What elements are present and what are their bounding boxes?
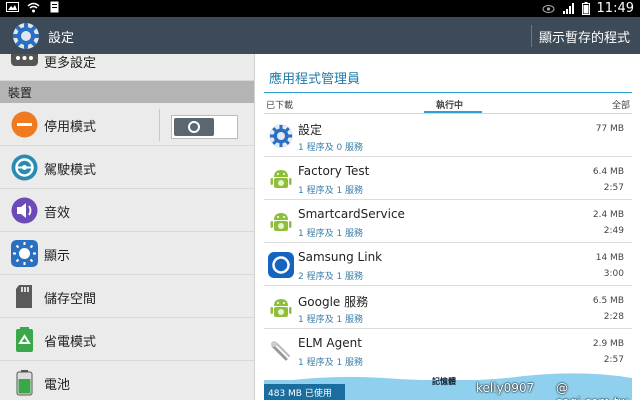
app-memory: 6.4 MB: [592, 167, 624, 177]
app-name: Google 服務: [298, 295, 369, 309]
settings-item-label: 電池: [44, 378, 71, 393]
app-process-info: 2 程序及 1 服務: [298, 272, 364, 282]
toggle-divider: [159, 109, 160, 141]
app-row-google-services[interactable]: Google 服務 1 程序及 1 服務 6.5 MB 2:28: [264, 286, 632, 329]
battery-status-icon: [581, 2, 590, 15]
app-name: Samsung Link: [298, 250, 383, 264]
settings-item-label: 音效: [44, 206, 71, 221]
app-process-info: 1 程序及 0 服務: [298, 143, 364, 153]
settings-item-storage[interactable]: 儲存空間: [0, 275, 254, 318]
toggle-knob: [174, 118, 214, 136]
power-saving-minus-icon: [11, 111, 38, 138]
memory-title: 記憶體: [432, 377, 456, 386]
app-row-elm-agent[interactable]: ELM Agent 1 程序及 1 服務 2.9 MB 2:57: [264, 329, 632, 372]
signal-icon: [562, 2, 574, 14]
blocking-mode-toggle[interactable]: [171, 115, 238, 139]
app-memory: 2.4 MB: [592, 210, 624, 220]
memory-used-label: 483 MB 已使用: [268, 389, 332, 399]
more-settings-icon: [11, 54, 38, 66]
battery-icon: [16, 370, 33, 396]
section-header-label: 裝置: [8, 86, 33, 100]
samsung-link-icon: [268, 252, 294, 278]
app-run-time: 2:28: [603, 312, 624, 322]
android-icon: [270, 170, 292, 188]
page-title: 設定: [48, 31, 75, 46]
app-run-time: 3:00: [603, 269, 624, 279]
status-bar: 11:49: [0, 0, 640, 17]
app-name: ELM Agent: [298, 336, 362, 350]
tab-running[interactable]: 執行中: [436, 98, 463, 111]
gallery-notification-icon: [6, 2, 19, 12]
settings-item-battery[interactable]: 電池: [0, 361, 254, 400]
settings-gear-icon[interactable]: [11, 21, 41, 51]
settings-item-display[interactable]: 顯示: [0, 232, 254, 275]
wifi-notification-icon: [27, 2, 40, 13]
settings-item-blocking-mode[interactable]: 停用模式: [0, 103, 254, 146]
app-run-time: 2:49: [603, 226, 624, 236]
app-memory: 6.5 MB: [592, 296, 624, 306]
app-memory: 2.9 MB: [592, 339, 624, 349]
app-memory: 14 MB: [595, 253, 624, 263]
settings-item-sound[interactable]: 音效: [0, 189, 254, 232]
recycle-icon: [16, 327, 33, 352]
app-run-time: 2:57: [603, 183, 624, 193]
app-row-smartcard-service[interactable]: SmartcardService 1 程序及 1 服務 2.4 MB 2:49: [264, 200, 632, 243]
title-underline: [264, 92, 632, 93]
app-row-samsung-link[interactable]: Samsung Link 2 程序及 1 服務 14 MB 3:00: [264, 243, 632, 286]
settings-item-driving-mode[interactable]: 駕駛模式: [0, 146, 254, 189]
app-name: SmartcardService: [298, 207, 405, 221]
section-header-device: 裝置: [0, 81, 254, 103]
app-name: 設定: [298, 123, 323, 137]
app-process-info: 1 程序及 1 服務: [298, 229, 364, 239]
android-icon: [270, 299, 292, 317]
app-run-time: 2:57: [603, 355, 624, 365]
action-bar: 設定 顯示暫存的程式: [0, 17, 640, 54]
speaker-icon: [11, 197, 38, 224]
sd-card-icon: [16, 285, 32, 308]
elm-agent-icon: [271, 341, 290, 361]
settings-item-label: 更多設定: [44, 56, 97, 71]
app-manager-pane: 應用程式管理員 已下載 執行中 全部 設定 1 程序及 0 服務 77 MB F…: [256, 54, 640, 400]
app-row-factory-test[interactable]: Factory Test 1 程序及 1 服務 6.4 MB 2:57: [264, 157, 632, 200]
brightness-icon: [11, 240, 38, 267]
settings-list: 更多設定 裝置 停用模式 駕駛模式 音效 顯示 儲存空間 省電模式 電池: [0, 54, 255, 400]
app-name: Factory Test: [298, 164, 370, 178]
watermark-user: kelly0907: [476, 381, 535, 395]
settings-item-label: 省電模式: [44, 335, 97, 350]
settings-item-label: 駕駛模式: [44, 163, 97, 178]
steering-wheel-icon: [11, 154, 38, 181]
app-manager-title: 應用程式管理員: [269, 72, 361, 87]
eye-status-icon: [542, 4, 555, 13]
settings-item-label: 儲存空間: [44, 292, 97, 307]
settings-item-power-saving[interactable]: 省電模式: [0, 318, 254, 361]
app-memory: 77 MB: [595, 124, 624, 134]
action-divider: [531, 25, 532, 47]
settings-item-label: 停用模式: [44, 120, 97, 135]
show-cached-processes-button[interactable]: 顯示暫存的程式: [539, 27, 630, 46]
tab-all[interactable]: 全部: [612, 98, 630, 111]
tab-downloaded[interactable]: 已下載: [266, 98, 293, 111]
settings-item-more[interactable]: 更多設定: [0, 54, 254, 81]
settings-item-label: 顯示: [44, 249, 71, 264]
app-process-info: 1 程序及 1 服務: [298, 315, 364, 325]
app-row-settings[interactable]: 設定 1 程序及 0 服務 77 MB: [264, 114, 632, 157]
app-process-info: 1 程序及 1 服務: [298, 358, 364, 368]
watermark-site: @ sogi.com.tw: [556, 381, 628, 400]
android-icon: [270, 213, 292, 231]
clock: 11:49: [596, 1, 634, 16]
document-notification-icon: [50, 1, 59, 13]
app-process-info: 1 程序及 1 服務: [298, 186, 364, 196]
settings-gear-icon: [269, 124, 293, 148]
